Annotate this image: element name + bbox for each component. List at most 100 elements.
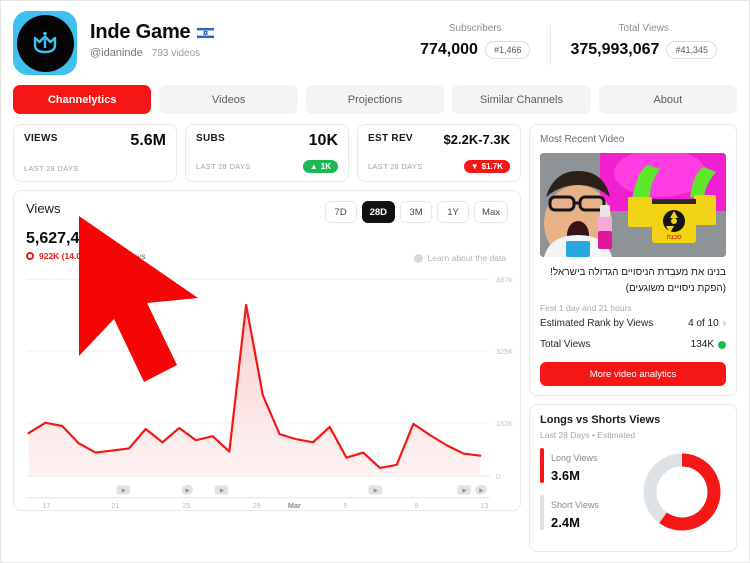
shorts-marker-icon[interactable] xyxy=(474,484,488,496)
chevron-right-icon: › xyxy=(722,318,726,329)
channel-analytics-page: Inde Game @idaninde 793 videos Subscribe… xyxy=(0,0,750,563)
learn-about-data-link[interactable]: Learn about the data xyxy=(413,253,506,263)
tab-similar-channels[interactable]: Similar Channels xyxy=(452,85,591,114)
svg-text:21: 21 xyxy=(111,501,119,510)
stat-card-bottom: LAST 28 DAYS xyxy=(24,164,166,173)
most-recent-video-title: Most Recent Video xyxy=(540,134,625,145)
est-rev-card-value: $2.2K-7.3K xyxy=(443,132,510,147)
longs-vs-shorts-donut-chart[interactable] xyxy=(638,448,726,536)
estimated-rank-value-group: 4 of 10 › xyxy=(688,318,726,329)
subs-delta-value: 1K xyxy=(320,162,331,171)
more-video-analytics-button[interactable]: More video analytics xyxy=(540,362,726,386)
subscribers-value: 774,000 xyxy=(420,41,478,58)
left-column: VIEWS 5.6M LAST 28 DAYS SUBS 10K LAST 28… xyxy=(13,124,521,560)
est-rev-delta-badge: ▼ $1.7K xyxy=(463,160,510,173)
subscribers-rank-badge[interactable]: #1,466 xyxy=(484,41,531,59)
avatar-circle xyxy=(16,14,74,72)
recent-video-views-group: 134K xyxy=(691,339,726,350)
stat-card-bottom: LAST 28 DAYS ▼ $1.7K xyxy=(368,160,510,173)
stat-card-est-rev[interactable]: EST REV $2.2K-7.3K LAST 28 DAYS ▼ $1.7K xyxy=(357,124,521,182)
header-stat-subscribers: Subscribers 774,000 #1,466 xyxy=(400,23,550,59)
total-views-row: Total Views 134K xyxy=(540,334,726,355)
video-thumbnail[interactable]: סכנה xyxy=(540,153,726,257)
stat-card-views[interactable]: VIEWS 5.6M LAST 28 DAYS xyxy=(13,124,177,182)
israel-flag-icon xyxy=(197,26,215,39)
views-area-chart[interactable]: 487K 325K 162K 0 17 21 25 29 Mar 5 9 13 xyxy=(14,269,520,510)
video-thumbnail-image: סכנה xyxy=(540,153,726,257)
avatar[interactable] xyxy=(13,11,77,75)
header-stat-total-views: Total Views 375,993,067 #41,345 xyxy=(550,23,737,65)
longs-vs-shorts-body: Long Views 3.6M Short Views 2.4M xyxy=(540,448,726,542)
video-marker-icon[interactable] xyxy=(116,485,131,495)
video-marker-icon[interactable] xyxy=(457,485,471,495)
longs-vs-shorts-subtitle: Last 28 Days • Estimated xyxy=(540,430,636,440)
range-button-7d[interactable]: 7D xyxy=(324,201,357,223)
recent-video-views-value: 134K xyxy=(690,339,714,350)
svg-text:0: 0 xyxy=(496,472,500,481)
svg-text:9: 9 xyxy=(414,501,418,510)
short-views-text: Short Views 2.4M xyxy=(551,495,599,530)
stat-card-period: LAST 28 DAYS xyxy=(196,162,251,171)
status-green-dot-icon xyxy=(718,340,726,349)
longs-vs-shorts-title: Longs vs Shorts Views xyxy=(540,414,661,426)
recent-video-first-seen: First 1 day and 21 hours xyxy=(540,303,632,313)
tab-videos[interactable]: Videos xyxy=(159,85,298,114)
shorts-marker-icon[interactable] xyxy=(180,484,194,496)
channel-video-count: 793 videos xyxy=(151,48,201,59)
estimated-rank-row[interactable]: Estimated Rank by Views 4 of 10 › xyxy=(540,313,726,334)
recent-video-views-label: Total Views xyxy=(540,339,591,350)
range-button-3m[interactable]: 3M xyxy=(400,201,433,223)
chart-plot-area: 487K 325K 162K 0 17 21 25 29 Mar 5 9 13 xyxy=(14,269,520,510)
header-stat-row: 375,993,067 #41,345 xyxy=(570,41,717,59)
page-title: Inde Game xyxy=(90,21,191,43)
series-dot-icon xyxy=(26,252,34,260)
longs-vs-shorts-legend: Long Views 3.6M Short Views 2.4M xyxy=(540,448,599,542)
range-button-28d[interactable]: 28D xyxy=(361,201,396,223)
svg-text:Mar: Mar xyxy=(288,501,301,510)
video-marker-icon[interactable] xyxy=(214,485,229,495)
short-views-value: 2.4M xyxy=(551,515,580,530)
chart-period-label: Past 28 days xyxy=(96,251,146,261)
tab-projections[interactable]: Projections xyxy=(305,85,445,114)
stat-card-bottom: LAST 28 DAYS ▲ 1K xyxy=(196,160,338,173)
svg-text:162K: 162K xyxy=(496,419,513,428)
range-button-max[interactable]: Max xyxy=(474,201,508,223)
svg-text:5: 5 xyxy=(343,501,347,510)
info-circle-icon xyxy=(413,253,423,263)
chart-y-axis-labels: 487K 325K 162K 0 xyxy=(496,275,513,481)
long-views-value: 3.6M xyxy=(551,468,580,483)
svg-text:17: 17 xyxy=(42,501,50,510)
estimated-rank-label: Estimated Rank by Views xyxy=(540,318,654,329)
chart-total-views: 5,627,4 xyxy=(26,230,80,247)
legend-item-long-views: Long Views 3.6M xyxy=(540,448,599,483)
stat-card-subs[interactable]: SUBS 10K LAST 28 DAYS ▲ 1K xyxy=(185,124,349,182)
views-chart-panel: Views 7D 28D 3M 1Y Max 5,627,4 922K (14.… xyxy=(13,190,521,511)
total-views-rank-badge[interactable]: #41,345 xyxy=(666,41,717,59)
channel-handle[interactable]: @idaninde xyxy=(90,47,143,59)
video-marker-icon[interactable] xyxy=(368,485,382,495)
header-stat-row: 774,000 #1,466 xyxy=(420,41,531,59)
page-header: Inde Game @idaninde 793 videos Subscribe… xyxy=(1,1,749,81)
views-card-value: 5.6M xyxy=(130,132,166,149)
stat-card-label: EST REV xyxy=(368,133,413,144)
stat-cards-row: VIEWS 5.6M LAST 28 DAYS SUBS 10K LAST 28… xyxy=(13,124,521,182)
tab-channelytics[interactable]: Channelytics xyxy=(13,85,152,114)
subs-card-value: 10K xyxy=(308,132,338,149)
long-views-color-bar xyxy=(540,448,544,483)
svg-text:325K: 325K xyxy=(496,347,513,356)
short-views-label: Short Views xyxy=(551,500,599,510)
recent-video-title[interactable]: בנינו את מעבדת הניסויים הגדולה בישראל! (… xyxy=(540,265,726,296)
estimated-rank-value: 4 of 10 xyxy=(688,318,719,329)
stat-card-label: SUBS xyxy=(196,133,225,144)
channel-meta-row: @idaninde 793 videos xyxy=(90,47,400,59)
legend-item-short-views: Short Views 2.4M xyxy=(540,495,599,530)
chart-video-markers[interactable] xyxy=(116,484,487,496)
most-recent-video-panel: Most Recent Video סכנה בנינו את מעבדת הנ… xyxy=(529,124,737,396)
tab-about[interactable]: About xyxy=(598,85,738,114)
arrow-down-icon: ▼ xyxy=(470,162,479,171)
right-column: Most Recent Video סכנה בנינו את מעבדת הנ… xyxy=(529,124,737,560)
stat-card-top: VIEWS 5.6M xyxy=(24,133,166,149)
learn-about-data-label: Learn about the data xyxy=(427,253,506,263)
range-button-1y[interactable]: 1Y xyxy=(437,201,470,223)
stat-card-top: SUBS 10K xyxy=(196,133,338,149)
